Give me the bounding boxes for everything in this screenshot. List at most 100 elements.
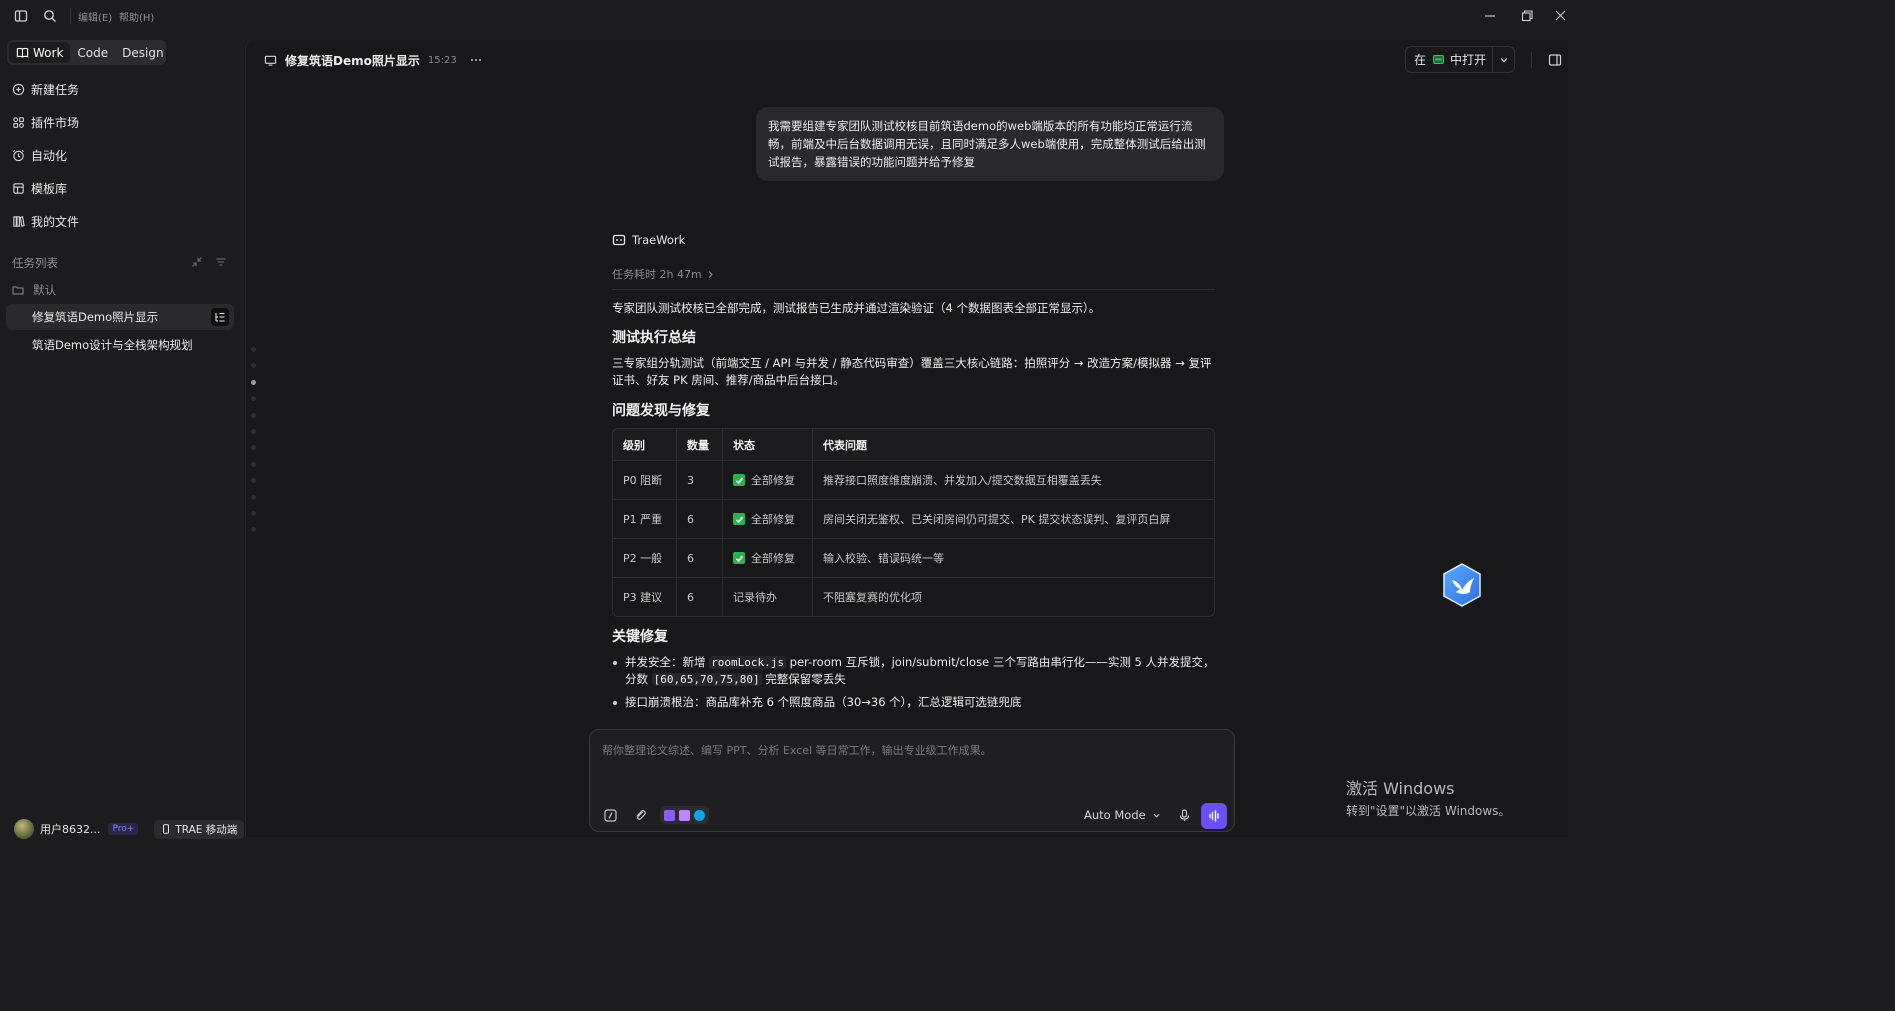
nav-dot[interactable]	[251, 494, 256, 500]
chat-header: 修复筑语Demo照片显示 15:23	[264, 50, 483, 70]
table-header-row: 级别 数量 状态 代表问题	[613, 429, 1214, 460]
status-cell: 全部修复	[722, 539, 812, 577]
watermark-title: 激活 Windows	[1346, 779, 1455, 798]
nav-dot[interactable]	[251, 445, 256, 451]
prompt-input[interactable]	[602, 742, 1222, 782]
chevron-down-icon[interactable]	[1498, 54, 1510, 66]
section-title: 关键修复	[612, 629, 668, 645]
microphone-icon[interactable]	[1177, 808, 1192, 823]
folder-icon	[12, 286, 24, 295]
book-icon	[16, 47, 29, 58]
table-row: P0 阻断 3 全部修复 推荐接口照度维度崩溃、并发加入/提交数据互相覆盖丢失	[613, 460, 1214, 499]
user-name[interactable]: 用户8632...	[40, 821, 100, 837]
task-label: 筑语Demo设计与全栈架构规划	[32, 338, 193, 352]
task-item-architecture[interactable]: 筑语Demo设计与全栈架构规划	[6, 332, 234, 358]
open-in-button[interactable]: 在 中打开	[1405, 46, 1515, 73]
library-icon	[13, 215, 25, 227]
duration-text: 任务耗时 2h 47m	[612, 268, 702, 281]
chart-skill-icon	[694, 809, 705, 821]
minimize-icon[interactable]	[1481, 7, 1499, 25]
assistant-name: TraeWork	[632, 233, 686, 247]
status-cell: 全部修复	[722, 500, 812, 538]
user-bar: 用户8632... Pro+ TRAE 移动端	[14, 819, 245, 839]
column-header: 级别	[623, 438, 645, 452]
slash-command-icon[interactable]	[603, 808, 618, 823]
right-panel-icon[interactable]	[1548, 53, 1562, 67]
status-text: 记录待办	[733, 591, 777, 604]
collapse-icon[interactable]	[191, 256, 203, 268]
mode-tab-design[interactable]: Design	[115, 42, 170, 63]
section-title: 测试执行总结	[612, 330, 696, 346]
status-text: 全部修复	[751, 552, 795, 565]
nav-dot[interactable]	[251, 412, 256, 418]
count-cell: 6	[676, 578, 722, 616]
skill-chips[interactable]	[660, 806, 709, 824]
nav-label: 插件市场	[31, 115, 80, 130]
header-divider	[1531, 52, 1532, 68]
nav-label: 我的文件	[31, 214, 80, 229]
more-icon[interactable]	[469, 53, 483, 67]
task-item-fix-photo[interactable]: 修复筑语Demo照片显示	[6, 304, 234, 330]
nav-my-files[interactable]: 我的文件	[12, 210, 79, 232]
search-icon[interactable]	[42, 8, 58, 24]
mode-label: Work	[33, 45, 64, 60]
check-icon	[733, 513, 745, 525]
nav-dot[interactable]	[251, 478, 256, 484]
mode-selector[interactable]: Auto Mode	[1084, 808, 1161, 822]
issue-cell: 推荐接口照度维度崩溃、并发加入/提交数据互相覆盖丢失	[812, 461, 1214, 499]
nav-dot[interactable]	[251, 363, 256, 369]
sidebar-toggle-icon[interactable]	[13, 8, 29, 24]
restore-icon[interactable]	[1518, 7, 1536, 25]
level-cell: P1 严重	[623, 513, 663, 526]
nav-plugin-market[interactable]: 插件市场	[12, 111, 79, 133]
nav-dot[interactable]	[251, 396, 256, 402]
menu-edit[interactable]: 编辑(E)	[78, 9, 112, 24]
issue-cell: 不阻塞复赛的优化项	[812, 578, 1214, 616]
chevron-right-icon	[708, 270, 713, 278]
close-icon[interactable]	[1552, 7, 1570, 25]
mode-tab-work[interactable]: Work	[9, 42, 71, 63]
folder-default[interactable]: 默认	[12, 282, 56, 298]
column-header: 数量	[676, 429, 722, 460]
avatar[interactable]	[14, 819, 34, 839]
menu-help[interactable]: 帮助(H)	[119, 9, 154, 24]
task-duration[interactable]: 任务耗时 2h 47m	[612, 266, 715, 282]
task-tree-icon	[215, 312, 225, 322]
nav-dot[interactable]	[251, 527, 256, 533]
list-item: 接口崩溃根治：商品库补充 6 个照度商品（30→36 个），汇总逻辑可选链兜底	[612, 694, 1215, 711]
intro-text: 专家团队测试校核已全部完成，测试报告已生成并通过渲染验证（4 个数据图表全部正常…	[612, 301, 1101, 315]
column-header: 状态	[722, 429, 812, 460]
nav-dot[interactable]	[251, 428, 256, 434]
activation-watermark: 激活 Windows 转到"设置"以激活 Windows。	[1346, 775, 1510, 819]
attach-icon[interactable]	[633, 808, 648, 823]
nav-new-task[interactable]: 新建任务	[12, 78, 79, 100]
assistant-bird-icon[interactable]	[1440, 562, 1484, 608]
nav-templates[interactable]: 模板库	[12, 177, 67, 199]
task-tree-button[interactable]	[211, 308, 229, 326]
table-row: P3 建议 6 记录待办 不阻塞复赛的优化项	[613, 577, 1214, 616]
assistant-brand: TraeWork	[612, 233, 685, 247]
issue-cell: 房间关闭无鉴权、已关闭房间仍可提交、PK 提交状态误判、复评页白屏	[812, 500, 1214, 538]
trae-logo-icon	[612, 234, 626, 246]
chat-title: 修复筑语Demo照片显示	[285, 53, 420, 68]
nav-dot[interactable]	[251, 461, 256, 467]
bullet-text: 并发安全：新增	[625, 655, 710, 669]
count-cell: 3	[676, 461, 722, 499]
mobile-app-button[interactable]: TRAE 移动端	[154, 819, 245, 839]
nav-dot-active[interactable]	[251, 379, 256, 385]
mode-tab-code[interactable]: Code	[70, 42, 115, 63]
filter-icon[interactable]	[215, 256, 227, 268]
divider	[612, 289, 1215, 290]
nav-dot[interactable]	[251, 347, 256, 352]
watermark-subtitle: 转到"设置"以激活 Windows。	[1346, 804, 1511, 818]
alarm-clock-icon	[12, 149, 25, 161]
plus-circle-icon	[12, 83, 25, 95]
chat-time: 15:23	[427, 54, 457, 66]
bullet-text: 完整保留零丢失	[761, 672, 846, 686]
nav-label: 模板库	[31, 181, 68, 196]
voice-input-button[interactable]	[1201, 803, 1227, 829]
nav-automation[interactable]: 自动化	[12, 144, 67, 166]
level-cell: P0 阻断	[623, 474, 663, 487]
nav-dot[interactable]	[251, 510, 256, 516]
plugin-grid-icon	[13, 116, 24, 128]
